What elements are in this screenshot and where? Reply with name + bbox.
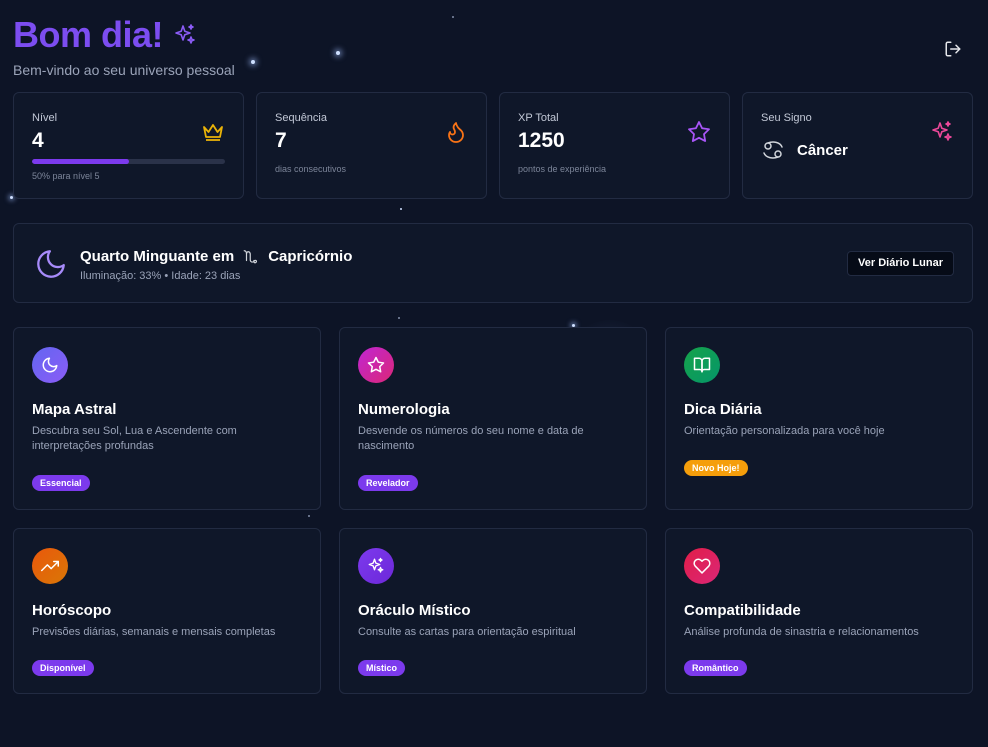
- star-icon: [688, 121, 710, 142]
- star-dot: [308, 515, 310, 517]
- feature-icon-badge: [32, 347, 68, 383]
- lunar-diary-button[interactable]: Ver Diário Lunar: [847, 251, 954, 276]
- feature-description: Consulte as cartas para orientação espir…: [358, 626, 576, 638]
- moon-icon: [37, 250, 65, 278]
- star-dot: [10, 196, 13, 199]
- feature-badge: Revelador: [358, 475, 418, 491]
- stat-card-sign: Seu Signo Câncer: [742, 92, 973, 199]
- moon-phase-card: Quarto Minguante em Capricórnio Iluminaç…: [13, 223, 973, 303]
- feature-title: Dica Diária: [684, 401, 762, 418]
- feature-icon-badge: [358, 548, 394, 584]
- feature-card-dica-diaria[interactable]: Dica Diária Orientação personalizada par…: [665, 327, 973, 510]
- feature-badge: Romântico: [684, 660, 747, 676]
- feature-badge: Místico: [358, 660, 406, 676]
- moon-phase-title: Quarto Minguante em Capricórnio: [80, 247, 352, 265]
- stat-sub: dias consecutivos: [275, 164, 347, 174]
- page-subtitle: Bem-vindo ao seu universo pessoal: [13, 62, 235, 78]
- level-progress-fill: [32, 159, 129, 164]
- stat-sub: 50% para nível 5: [32, 171, 100, 181]
- stat-card-level: Nível 4 50% para nível 5: [13, 92, 244, 199]
- feature-description: Previsões diárias, semanais e mensais co…: [32, 626, 276, 638]
- flame-icon: [448, 122, 464, 143]
- feature-icon-badge: [684, 347, 720, 383]
- trending-up-icon: [41, 560, 59, 572]
- feature-card-horoscopo[interactable]: Horóscopo Previsões diárias, semanais e …: [13, 528, 321, 694]
- book-open-icon: [693, 357, 711, 373]
- stat-value: 4: [32, 129, 44, 152]
- sparkles-icon: [368, 557, 384, 573]
- feature-title: Oráculo Místico: [358, 602, 471, 619]
- feature-card-compatibilidade[interactable]: Compatibilidade Análise profunda de sina…: [665, 528, 973, 694]
- stat-label: XP Total: [518, 112, 559, 124]
- feature-icon-badge: [32, 548, 68, 584]
- feature-badge: Disponível: [32, 660, 94, 676]
- stat-sub: pontos de experiência: [518, 164, 607, 174]
- heart-icon: [693, 558, 711, 574]
- sparkles-icon: [175, 24, 195, 44]
- feature-badge: Novo Hoje!: [684, 460, 748, 476]
- feature-description: Análise profunda de sinastria e relacion…: [684, 626, 919, 638]
- feature-description: Desvende os números do seu nome e data d…: [358, 425, 584, 452]
- star-dot: [251, 60, 255, 64]
- feature-description: Orientação personalizada para você hoje: [684, 425, 885, 437]
- feature-title: Mapa Astral: [32, 401, 117, 418]
- sparkles-icon: [932, 121, 952, 141]
- star-icon: [367, 356, 385, 373]
- feature-title: Horóscopo: [32, 602, 112, 619]
- cancer-zodiac-icon: [763, 141, 783, 159]
- feature-card-mapa-astral[interactable]: Mapa Astral Descubra seu Sol, Lua e Asce…: [13, 327, 321, 510]
- stat-value: 1250: [518, 129, 565, 152]
- capricorn-zodiac-icon: [243, 250, 258, 264]
- stat-label: Nível: [32, 112, 58, 124]
- feature-icon-badge: [684, 548, 720, 584]
- star-dot: [452, 16, 454, 18]
- stat-card-xp: XP Total 1250 pontos de experiência: [499, 92, 730, 199]
- feature-card-oraculo[interactable]: Oráculo Místico Consulte as cartas para …: [339, 528, 647, 694]
- moon-phase-label: Quarto Minguante em: [80, 247, 235, 265]
- feature-title: Compatibilidade: [684, 602, 801, 619]
- logout-icon[interactable]: [944, 40, 962, 58]
- page-header: Bom dia! Bem-vindo ao seu universo pesso…: [13, 14, 235, 78]
- stat-label: Sequência: [275, 112, 327, 124]
- feature-card-numerologia[interactable]: Numerologia Desvende os números do seu n…: [339, 327, 647, 510]
- stat-card-streak: Sequência 7 dias consecutivos: [256, 92, 487, 199]
- star-dot: [398, 317, 400, 319]
- feature-description: Descubra seu Sol, Lua e Ascendente com i…: [32, 425, 237, 452]
- feature-title: Numerologia: [358, 401, 450, 418]
- sign-name: Câncer: [797, 141, 848, 159]
- moon-sign: Capricórnio: [268, 247, 353, 265]
- moon-icon: [42, 357, 58, 373]
- stat-label: Seu Signo: [761, 112, 812, 124]
- feature-icon-badge: [358, 347, 394, 383]
- moon-details: Iluminação: 33% • Idade: 23 dias: [80, 270, 241, 282]
- feature-badge: Essencial: [32, 475, 90, 491]
- stat-value: 7: [275, 129, 287, 152]
- level-progress-bar: [32, 159, 225, 164]
- page-title: Bom dia!: [13, 14, 164, 55]
- crown-icon: [203, 124, 223, 141]
- star-dot: [336, 51, 340, 55]
- star-dot: [400, 208, 402, 210]
